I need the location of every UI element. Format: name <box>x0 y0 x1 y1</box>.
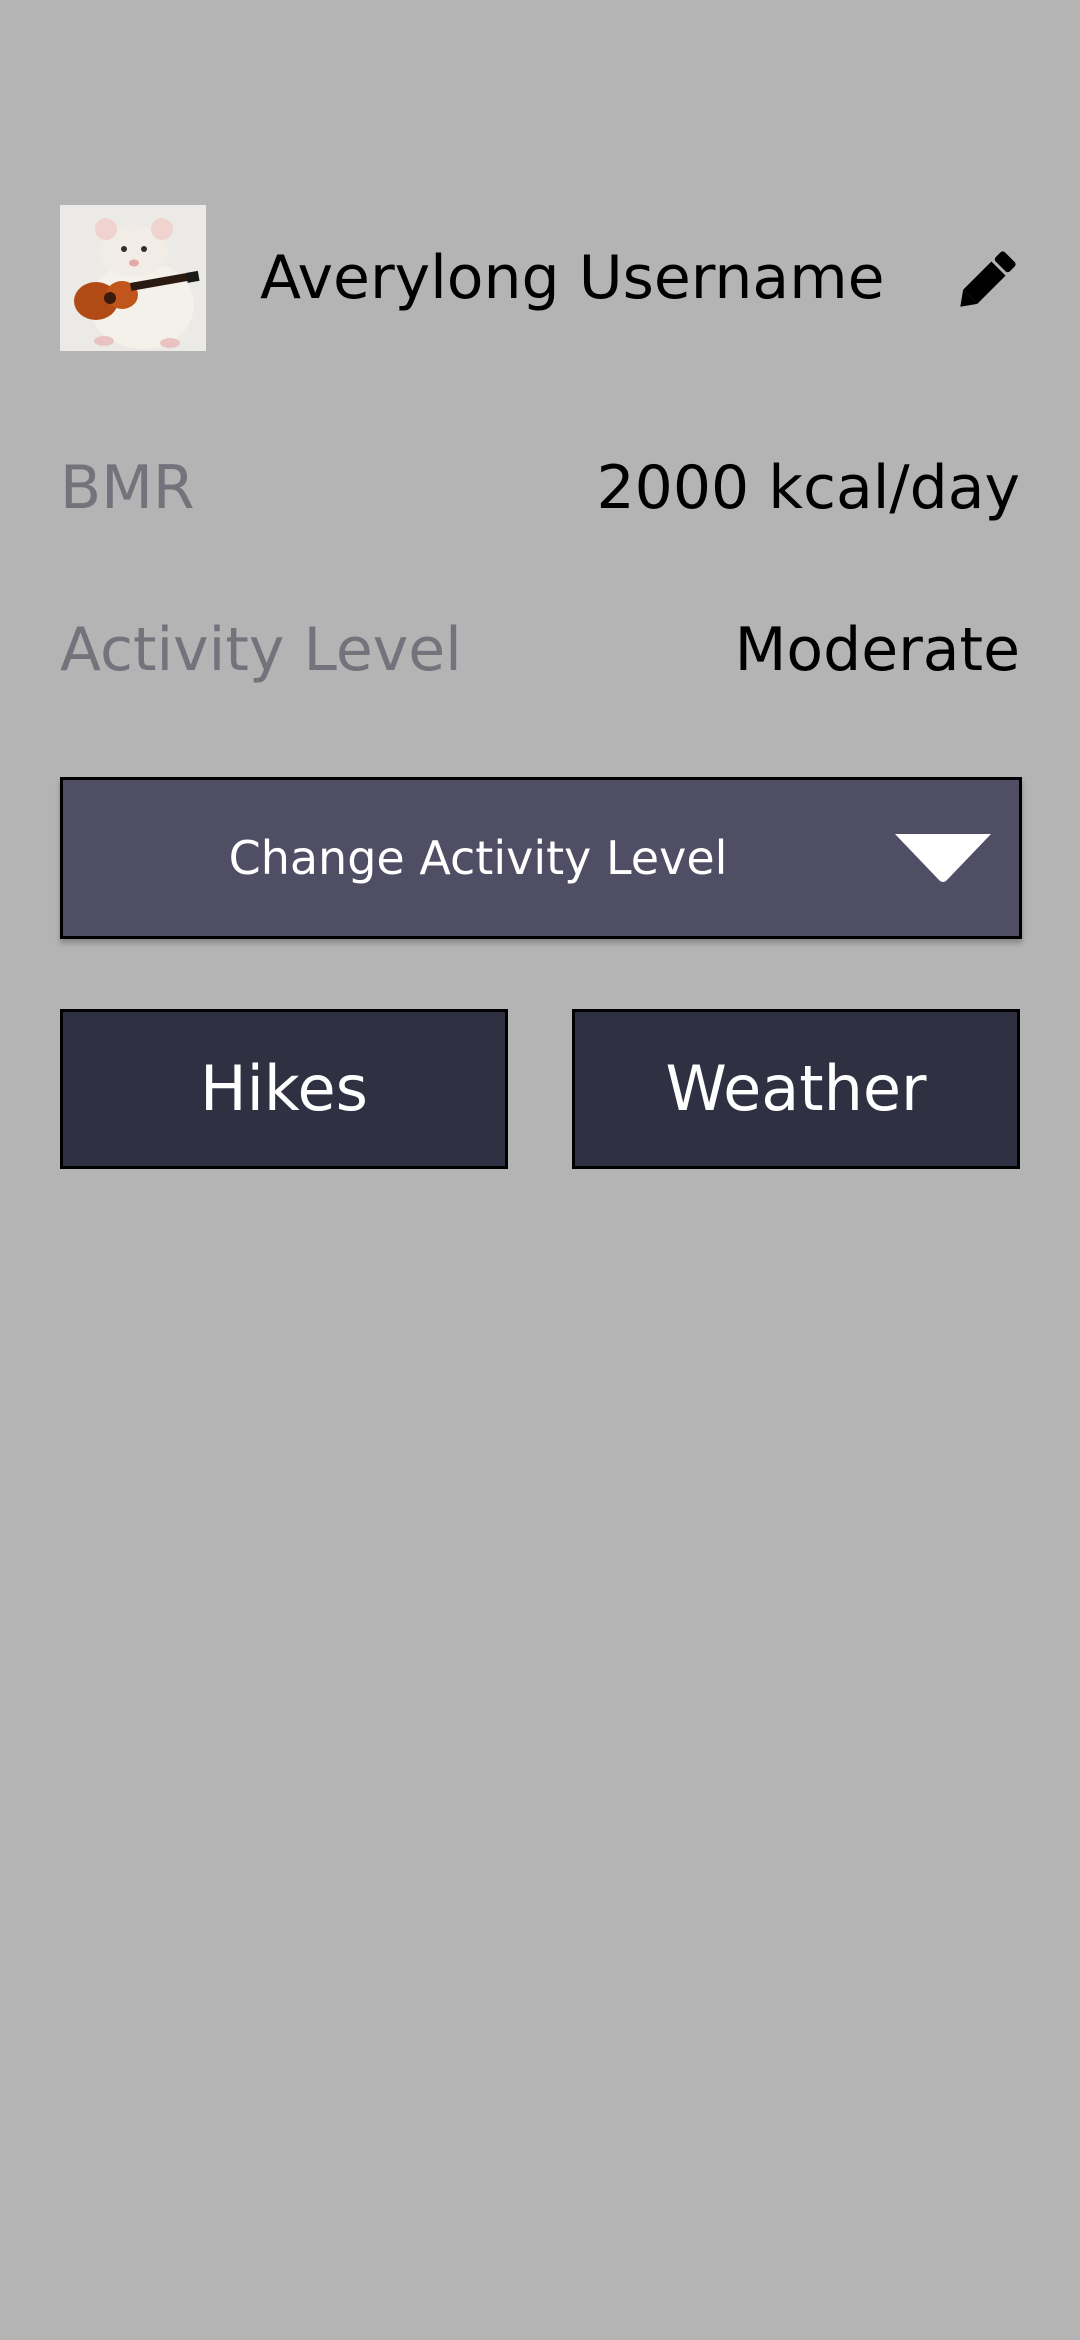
dropdown-label: Change Activity Level <box>228 831 728 885</box>
activity-level-value: Moderate <box>734 615 1020 685</box>
weather-button[interactable]: Weather <box>572 1009 1020 1169</box>
pencil-icon <box>960 251 1016 307</box>
activity-level-row: Activity Level Moderate <box>60 600 1020 700</box>
username: Averylong Username <box>260 243 885 313</box>
edit-profile-button[interactable] <box>956 243 1024 311</box>
change-activity-level-dropdown[interactable]: Change Activity Level <box>60 777 1022 939</box>
avatar <box>60 205 206 351</box>
triangle-down-icon <box>893 832 993 884</box>
profile-header: Averylong Username <box>60 205 1020 351</box>
rat-with-guitar-icon <box>60 205 206 351</box>
bmr-value: 2000 kcal/day <box>596 453 1020 523</box>
bmr-row: BMR 2000 kcal/day <box>60 438 1020 538</box>
activity-level-label: Activity Level <box>60 615 462 685</box>
hikes-button[interactable]: Hikes <box>60 1009 508 1169</box>
bmr-label: BMR <box>60 453 195 523</box>
